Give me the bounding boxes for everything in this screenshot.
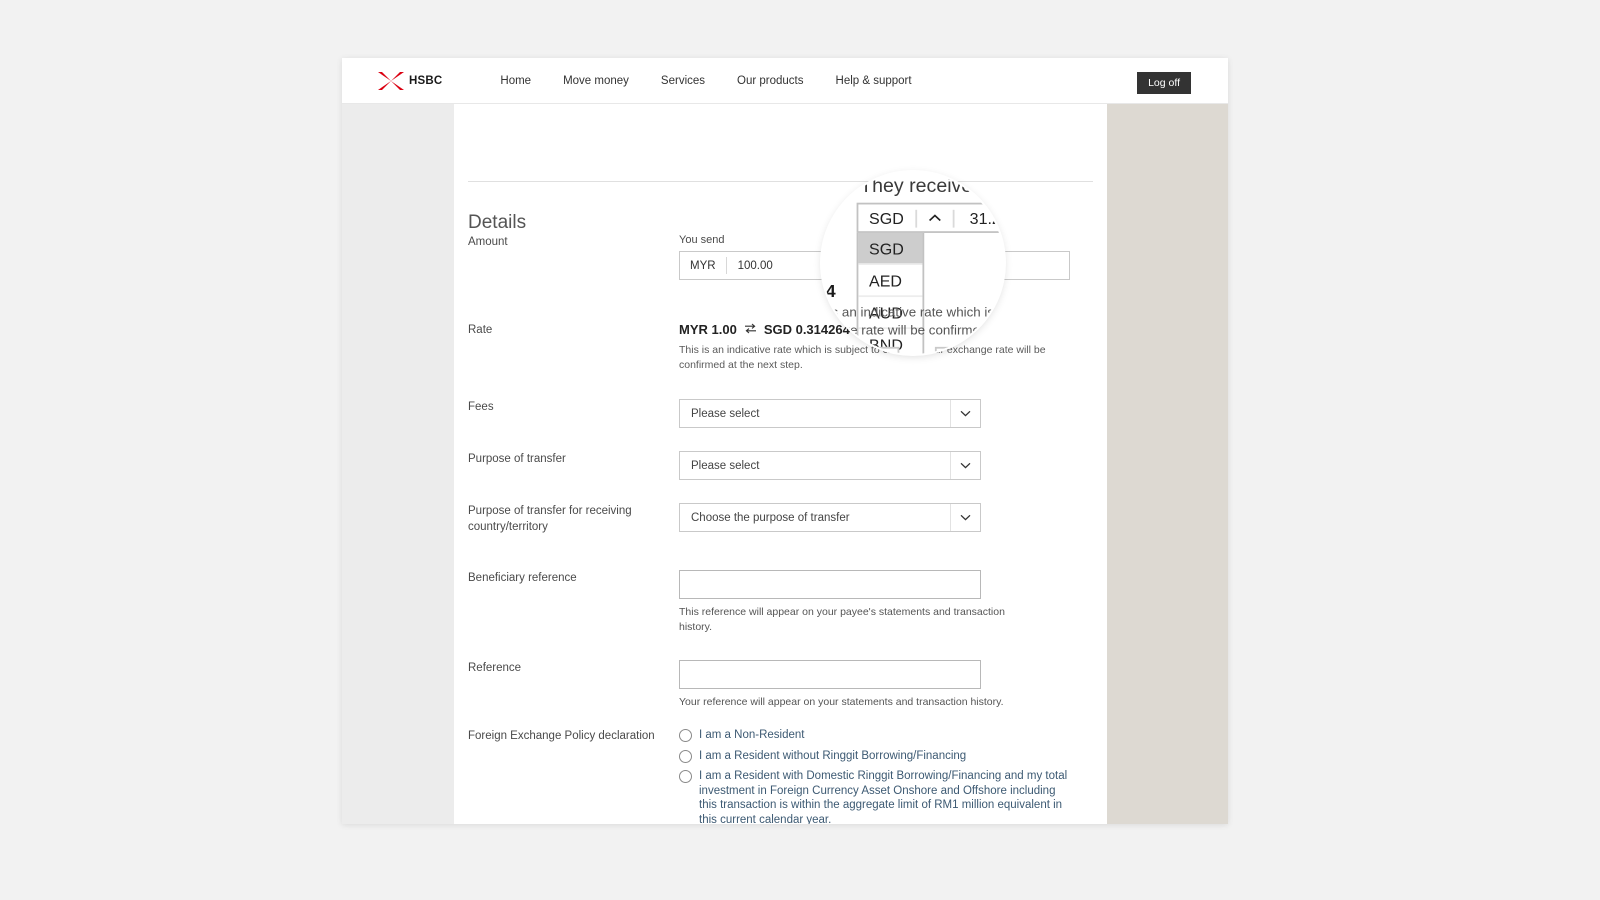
send-currency-code[interactable]: MYR — [680, 257, 727, 274]
reference-help: Your reference will appear on your state… — [679, 696, 1004, 708]
fx-radio-group: I am a Non-Resident I am a Resident with… — [679, 728, 1093, 824]
nav-item-our-products[interactable]: Our products — [721, 75, 819, 87]
magnified-fees-arrow-box[interactable] — [934, 346, 1004, 354]
chevron-up-icon[interactable] — [916, 208, 954, 227]
purpose-select-value: Please select — [691, 459, 760, 472]
magnified-rate-note: This is an indicative rate which is subj… — [822, 304, 1004, 338]
purpose-receiving-field: Choose the purpose of transfer — [679, 503, 1093, 532]
currency-option-aed[interactable]: AED — [858, 265, 923, 298]
beneficiary-reference-input[interactable] — [679, 570, 981, 599]
label-amount: Amount — [468, 236, 508, 248]
fees-field: Please select — [679, 399, 1093, 428]
fx-radio-label-3: I am a Resident with Domestic Ringgit Bo… — [699, 770, 1068, 824]
main-content: Details Amount You send MYR 100.00 31.24… — [454, 104, 1113, 824]
magnified-receive-area: They receive SGD 31.24 SGD AED AUD BND 4… — [822, 176, 1004, 354]
magnifier-lens: They receive SGD 31.24 SGD AED AUD BND 4… — [822, 172, 1004, 354]
nav-links: Home Move money Services Our products He… — [484, 75, 927, 87]
magnifier-lens-content: They receive SGD 31.24 SGD AED AUD BND 4… — [822, 172, 1004, 354]
fx-radio-option-2[interactable]: I am a Resident without Ringgit Borrowin… — [679, 749, 1093, 764]
beneficiary-reference-field: This reference will appear on your payee… — [679, 570, 1093, 635]
nav-item-services[interactable]: Services — [645, 75, 721, 87]
fx-radio-label-1: I am a Non-Resident — [699, 729, 805, 741]
nav-item-home[interactable]: Home — [484, 75, 547, 87]
label-purpose-of-transfer: Purpose of transfer — [468, 453, 566, 465]
left-rail — [342, 104, 454, 824]
nav-item-help-support[interactable]: Help & support — [820, 75, 928, 87]
chevron-down-icon[interactable] — [950, 400, 980, 427]
page-title: Details — [468, 211, 527, 233]
chevron-down-icon[interactable] — [950, 504, 980, 531]
label-purpose-receiving-country: Purpose of transfer for receiving countr… — [468, 505, 632, 533]
purpose-receiving-select[interactable]: Choose the purpose of transfer — [679, 503, 981, 532]
radio-icon[interactable] — [679, 729, 692, 742]
magnified-label-they-receive: They receive — [860, 176, 973, 198]
purpose-receiving-select-value: Choose the purpose of transfer — [691, 511, 850, 524]
nav-item-move-money[interactable]: Move money — [547, 75, 645, 87]
log-off-button[interactable]: Log off — [1137, 72, 1191, 94]
label-fees: Fees — [468, 401, 494, 413]
magnified-fees-box — [822, 346, 900, 354]
top-navigation-bar: HSBC Home Move money Services Our produc… — [342, 58, 1228, 104]
radio-icon[interactable] — [679, 770, 692, 783]
label-beneficiary-reference: Beneficiary reference — [468, 572, 577, 584]
magnified-rate-fragment: 4264 — [822, 282, 836, 303]
magnified-receive-currency[interactable]: SGD — [858, 208, 917, 227]
browser-window: HSBC Home Move money Services Our produc… — [342, 58, 1228, 824]
label-reference: Reference — [468, 662, 522, 674]
screenshot-root: HSBC Home Move money Services Our produc… — [0, 0, 1600, 900]
fees-select-value: Please select — [691, 407, 760, 420]
hsbc-logo[interactable]: HSBC — [378, 71, 443, 90]
rate-from: MYR 1.00 — [679, 322, 737, 337]
chevron-down-icon[interactable] — [950, 452, 980, 479]
label-rate: Rate — [468, 324, 493, 336]
purpose-select[interactable]: Please select — [679, 451, 981, 480]
reference-field: Your reference will appear on your state… — [679, 660, 1093, 710]
magnified-they-receive-field[interactable]: SGD 31.24 — [856, 202, 1004, 233]
swap-icon — [744, 323, 757, 337]
beneficiary-reference-help: This reference will appear on your payee… — [679, 606, 1005, 633]
fees-select[interactable]: Please select — [679, 399, 981, 428]
fx-radio-label-2: I am a Resident without Ringgit Borrowin… — [699, 749, 967, 762]
purpose-field: Please select — [679, 451, 1093, 480]
right-rail — [1107, 104, 1228, 824]
fx-declaration-options: I am a Non-Resident I am a Resident with… — [679, 728, 1093, 824]
magnified-receive-amount: 31.24 — [969, 208, 1004, 227]
radio-icon[interactable] — [679, 749, 692, 763]
reference-input[interactable] — [679, 660, 981, 689]
label-fx-declaration: Foreign Exchange Policy declaration — [468, 730, 655, 742]
hsbc-hexagon-icon — [378, 71, 404, 90]
currency-option-sgd[interactable]: SGD — [858, 232, 923, 265]
hsbc-wordmark: HSBC — [409, 74, 443, 87]
fx-radio-option-3[interactable]: I am a Resident with Domestic Ringgit Bo… — [679, 769, 1093, 824]
fx-radio-option-1[interactable]: I am a Non-Resident — [679, 728, 1093, 743]
